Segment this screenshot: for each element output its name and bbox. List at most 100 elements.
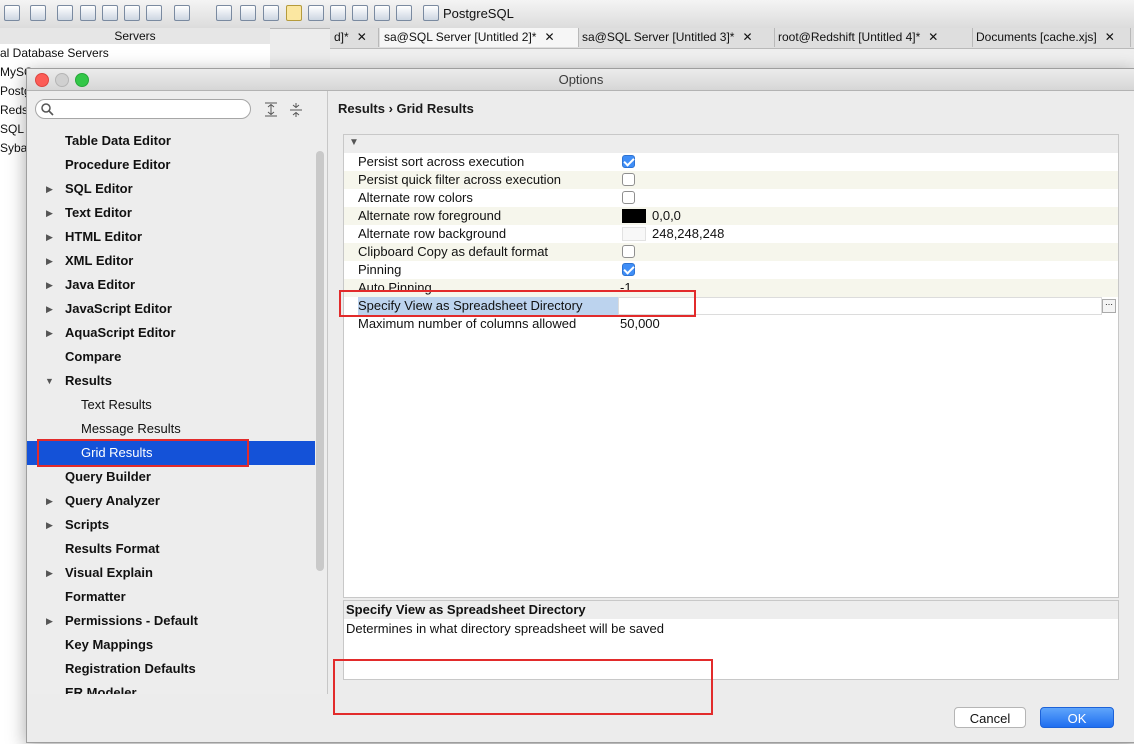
property-name: Maximum number of columns allowed [358, 316, 577, 331]
expand-arrow-icon[interactable]: ▶ [46, 297, 53, 321]
tree-item[interactable]: ▶ Java Editor [27, 273, 315, 297]
compare-icon[interactable] [352, 5, 368, 21]
tree-item[interactable]: Message Results [27, 417, 315, 441]
close-icon[interactable]: ✕ [1105, 30, 1115, 44]
tree-item[interactable]: ▶ XML Editor [27, 249, 315, 273]
editor-tab[interactable]: Documents [cache.xjs] ✕ [972, 28, 1131, 47]
tree-item[interactable]: Key Mappings [27, 633, 315, 657]
wand-alt-icon[interactable] [30, 5, 46, 21]
tree-item[interactable]: ▶ AquaScript Editor [27, 321, 315, 345]
property-value[interactable]: 50,000 [620, 315, 660, 333]
table-icon[interactable] [263, 5, 279, 21]
collapse-arrow-icon[interactable]: ▼ [349, 137, 359, 148]
tree-item[interactable]: ▶ Permissions - Default [27, 609, 315, 633]
tree-item[interactable]: ▶ Scripts [27, 513, 315, 537]
layout-icon[interactable] [286, 5, 302, 21]
property-row[interactable]: Alternate row background 248,248,248 [344, 225, 1118, 243]
editor-tab[interactable]: sa@SQL Server [Untitled 3]* ✕ [578, 28, 775, 47]
expand-arrow-icon[interactable]: ▶ [46, 201, 53, 225]
close-icon[interactable]: ✕ [544, 30, 554, 44]
tree-item[interactable]: Text Results [27, 393, 315, 417]
close-icon[interactable]: ✕ [742, 30, 752, 44]
tree-item[interactable]: ▶ HTML Editor [27, 225, 315, 249]
grid-icon[interactable] [240, 5, 256, 21]
servers-header: Servers [0, 28, 270, 45]
browse-icon[interactable]: ⋯ [1102, 299, 1116, 313]
property-row[interactable]: Alternate row colors [344, 189, 1118, 207]
clipboard-copy-checkbox[interactable] [622, 245, 635, 258]
cancel-button[interactable]: Cancel [954, 707, 1026, 728]
property-row[interactable]: Alternate row foreground 0,0,0 [344, 207, 1118, 225]
expand-arrow-icon[interactable]: ▶ [46, 225, 53, 249]
tree-item[interactable]: Query Builder [27, 465, 315, 489]
editor-tab[interactable]: sa@SQL Server [Untitled 2]* ✕ [380, 28, 579, 47]
document-icon[interactable] [174, 5, 190, 21]
persist-filter-checkbox[interactable] [622, 173, 635, 186]
editor-tab[interactable]: root@Redshift [Untitled 4]* ✕ [774, 28, 973, 47]
pinning-checkbox[interactable] [622, 263, 635, 276]
tab-label: root@Redshift [Untitled 4]* [778, 30, 921, 44]
expand-arrow-icon[interactable]: ▶ [46, 609, 53, 633]
close-icon[interactable]: ✕ [928, 30, 938, 44]
expand-arrow-icon[interactable]: ▶ [46, 273, 53, 297]
tree-item[interactable]: Formatter [27, 585, 315, 609]
tree-item-label: HTML Editor [65, 229, 143, 244]
grid-view-icon[interactable] [308, 5, 324, 21]
options-tree: Table Data Editor Procedure Editor ▶ SQL … [27, 129, 315, 694]
tree-item-label: Registration Defaults [65, 661, 196, 676]
tree-item-label: Text Results [81, 397, 152, 412]
color-swatch[interactable] [622, 227, 646, 241]
tree-item[interactable]: ▶ Text Editor [27, 201, 315, 225]
expand-arrow-icon[interactable]: ▶ [46, 321, 53, 345]
tree-item[interactable]: ▶ SQL Editor [27, 177, 315, 201]
schema-icon[interactable] [330, 5, 346, 21]
tree-item[interactable]: Results Format [27, 537, 315, 561]
chart-icon[interactable] [396, 5, 412, 21]
wand-icon[interactable] [4, 5, 20, 21]
property-row[interactable]: Clipboard Copy as default format [344, 243, 1118, 261]
expand-arrow-icon[interactable]: ▶ [46, 561, 53, 585]
ok-button[interactable]: OK [1040, 707, 1114, 728]
postgres-label[interactable]: PostgreSQL [443, 6, 514, 21]
server-item[interactable]: al Database Servers [0, 44, 270, 63]
expand-arrow-icon[interactable]: ▶ [46, 249, 53, 273]
tree-item[interactable]: ▶ Query Analyzer [27, 489, 315, 513]
collapse-arrow-icon[interactable]: ▼ [45, 369, 54, 393]
sidebar-scrollbar[interactable] [316, 151, 324, 571]
property-row[interactable]: Maximum number of columns allowed 50,000 [344, 315, 1118, 333]
tree-item-label: Scripts [65, 517, 110, 532]
color-swatch[interactable] [622, 209, 646, 223]
close-icon[interactable]: ✕ [357, 30, 367, 44]
editor-tab[interactable]: d]* ✕ [330, 28, 379, 47]
query-icon[interactable] [57, 5, 73, 21]
property-name: Alternate row colors [358, 190, 473, 205]
query-find-icon[interactable] [80, 5, 96, 21]
property-group-header[interactable]: ▼ [344, 135, 1118, 153]
expand-arrow-icon[interactable]: ▶ [46, 489, 53, 513]
tree-item[interactable]: ▶ JavaScript Editor [27, 297, 315, 321]
collapse-all-icon[interactable] [289, 102, 303, 118]
tree-item[interactable]: Table Data Editor [27, 129, 315, 153]
tree-item[interactable]: ▼ Results [27, 369, 315, 393]
query-run-icon[interactable] [124, 5, 140, 21]
diagram-icon[interactable] [374, 5, 390, 21]
tree-item[interactable]: Compare [27, 345, 315, 369]
property-row[interactable]: Persist quick filter across execution [344, 171, 1118, 189]
expand-arrow-icon[interactable]: ▶ [46, 513, 53, 537]
editor-toolbar [330, 49, 1134, 69]
persist-sort-checkbox[interactable] [622, 155, 635, 168]
tree-item[interactable]: ER Modeler [27, 681, 315, 694]
tree-item[interactable]: ▶ Visual Explain [27, 561, 315, 585]
list-icon[interactable] [216, 5, 232, 21]
tree-item[interactable]: Procedure Editor [27, 153, 315, 177]
tree-item[interactable]: Registration Defaults [27, 657, 315, 681]
alternate-row-colors-checkbox[interactable] [622, 191, 635, 204]
property-row[interactable]: Pinning [344, 261, 1118, 279]
expand-arrow-icon[interactable]: ▶ [46, 177, 53, 201]
terminal-icon[interactable] [146, 5, 162, 21]
property-row[interactable]: Persist sort across execution [344, 153, 1118, 171]
tree-item-label: Message Results [81, 421, 181, 436]
search-input[interactable] [35, 99, 251, 119]
expand-all-icon[interactable] [264, 102, 278, 118]
query-edit-icon[interactable] [102, 5, 118, 21]
